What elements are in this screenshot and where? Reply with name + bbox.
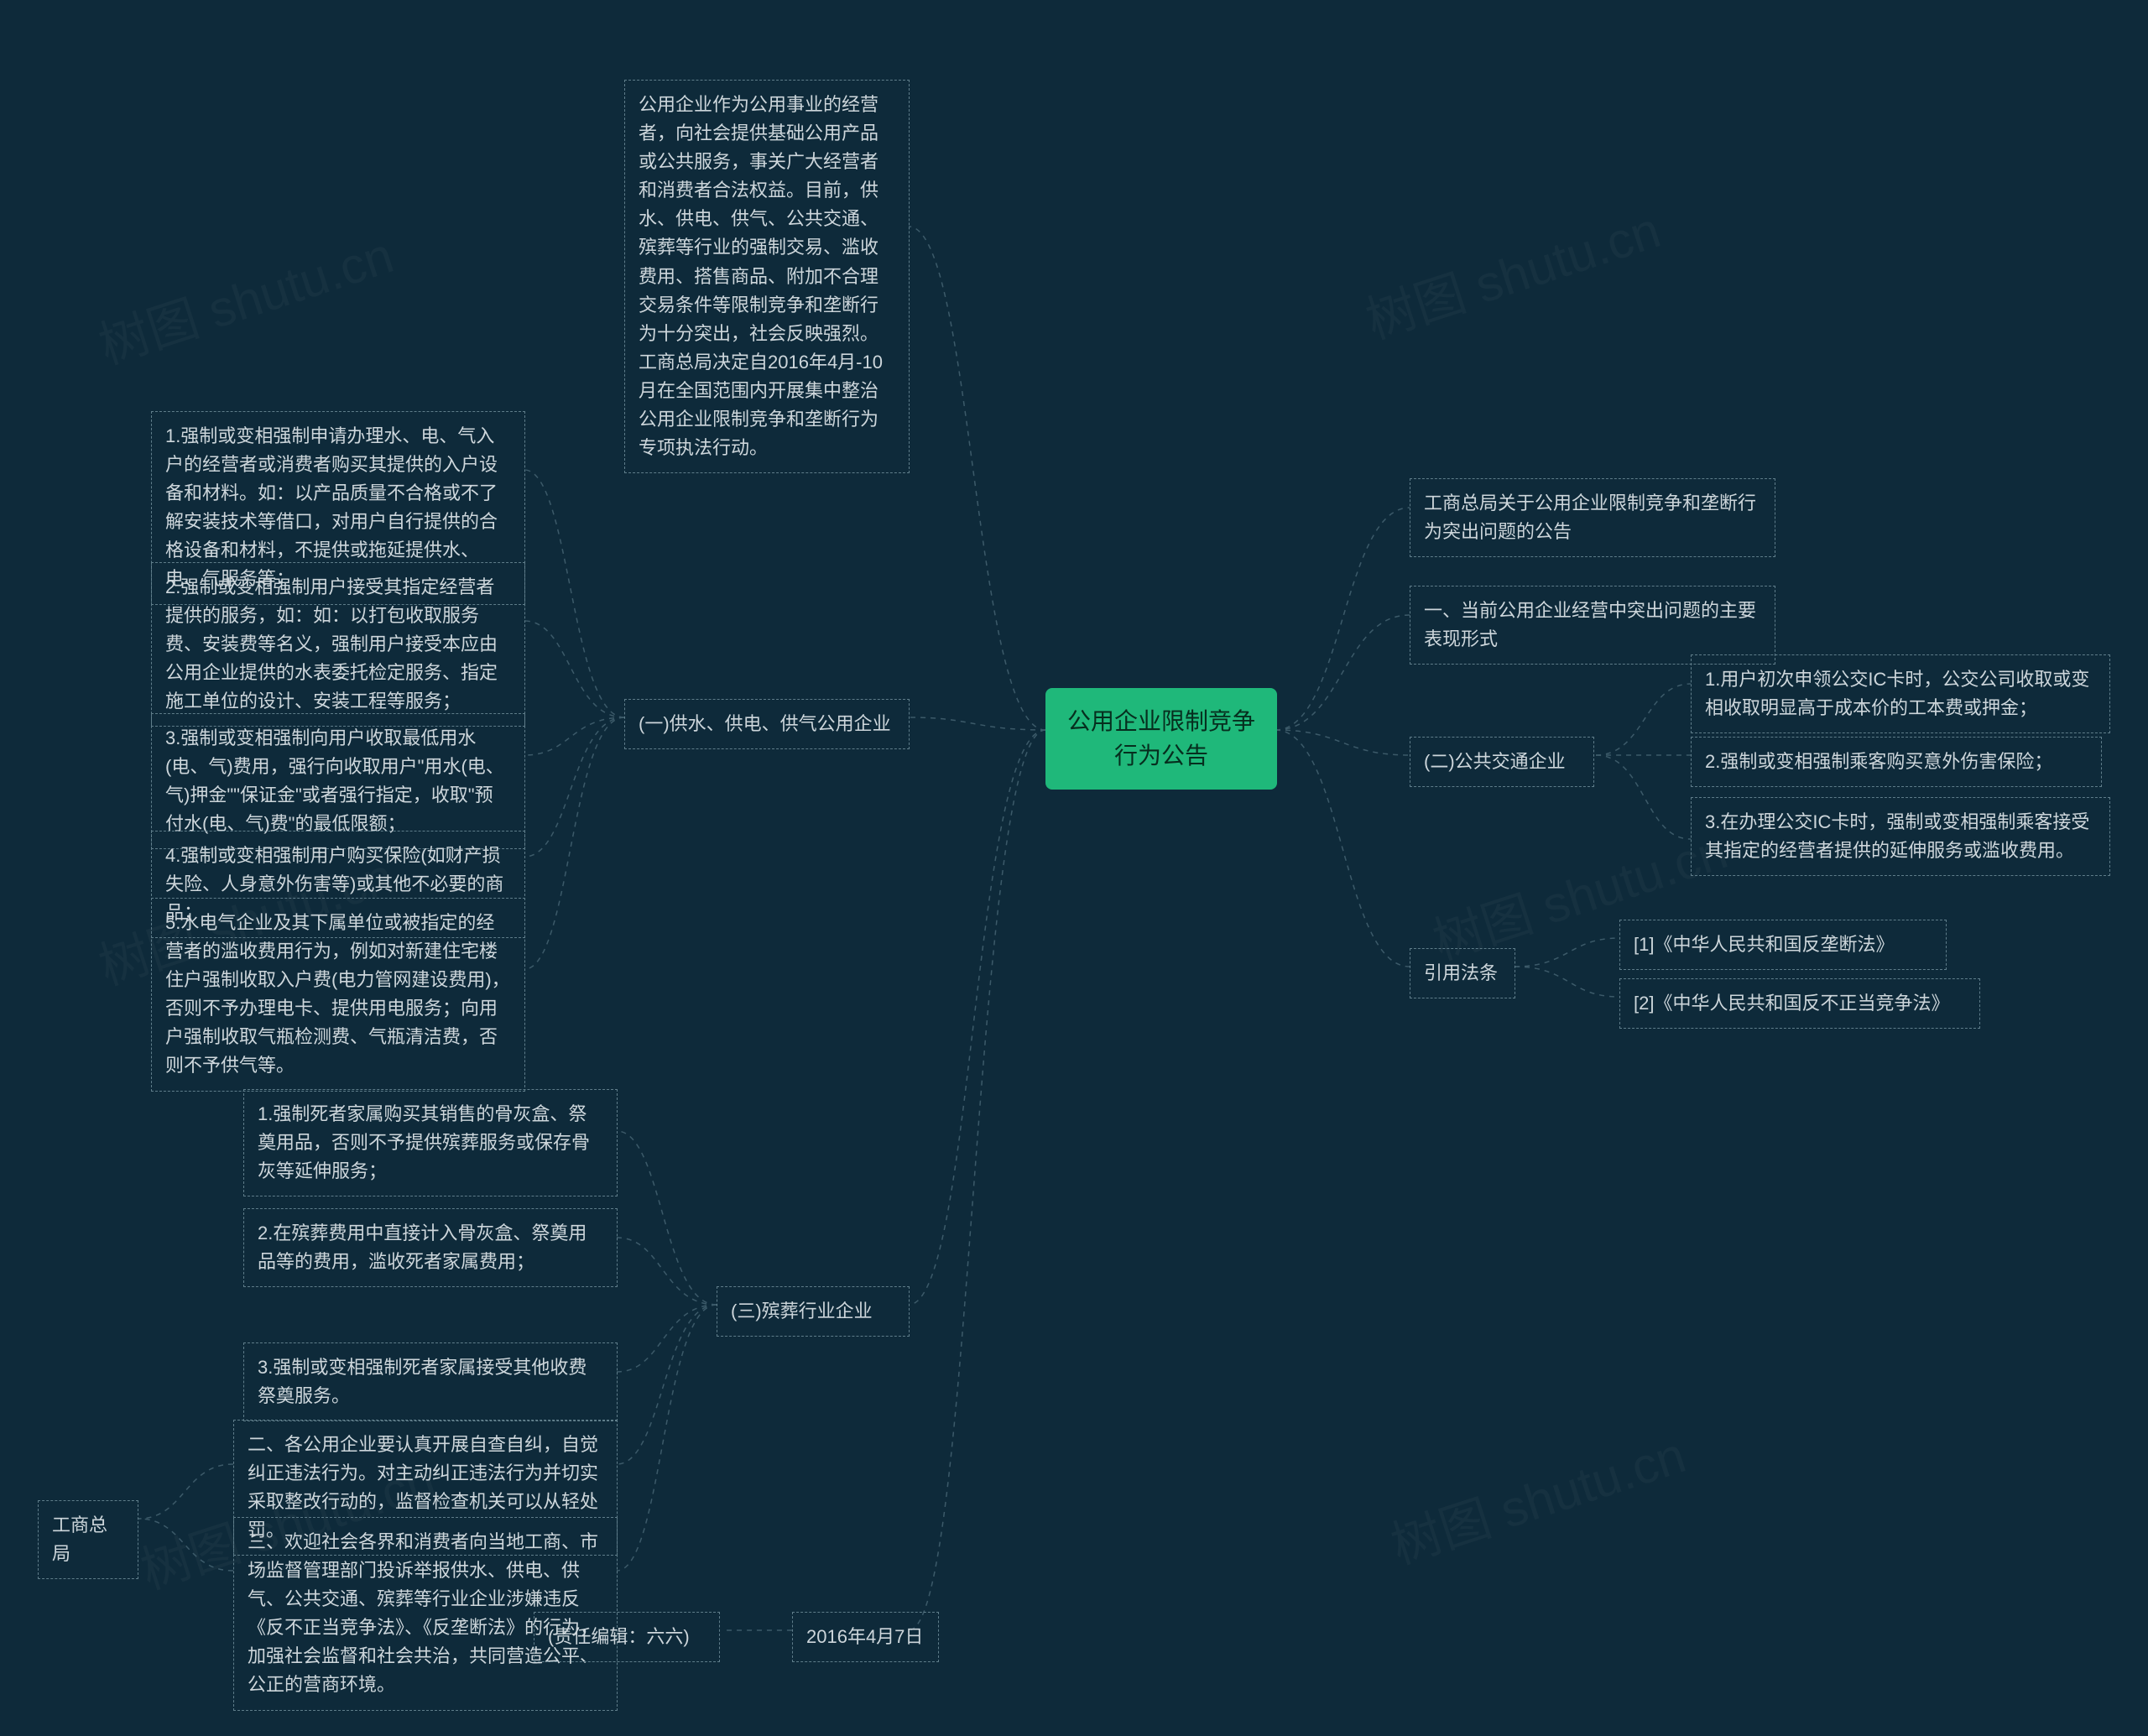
root-node: 公用企业限制竞争行为公告 — [1045, 688, 1277, 790]
node-l2c: 3.强制或变相强制死者家属接受其他收费祭奠服务。 — [243, 1342, 618, 1421]
node-r3c: 3.在办理公交IC卡时，强制或变相强制乘客接受其指定的经营者提供的延伸服务或滥收… — [1691, 797, 2110, 876]
node-r4a: [1]《中华人民共和国反垄断法》 — [1619, 920, 1947, 970]
node-l4: 工商总局 — [38, 1500, 138, 1579]
node-l1c: 3.强制或变相强制向用户收取最低用水(电、气)费用，强行向收取用户"用水(电、气… — [151, 713, 525, 849]
node-r3: (二)公共交通企业 — [1410, 737, 1594, 787]
node-r4b: [2]《中华人民共和国反不正当竞争法》 — [1619, 978, 1980, 1029]
node-l2b: 2.在殡葬费用中直接计入骨灰盒、祭奠用品等的费用，滥收死者家属费用； — [243, 1208, 618, 1287]
watermark: 树图 shutu.cn — [88, 215, 401, 378]
node-l5a: (责任编辑：六六) — [534, 1612, 720, 1662]
node-r3a: 1.用户初次申领公交IC卡时，公交公司收取或变相收取明显高于成本价的工本费或押金… — [1691, 654, 2110, 733]
node-l2: (三)殡葬行业企业 — [717, 1286, 910, 1337]
node-l2a: 1.强制死者家属购买其销售的骨灰盒、祭奠用品，否则不予提供殡葬服务或保存骨灰等延… — [243, 1089, 618, 1196]
node-intro: 公用企业作为公用事业的经营者，向社会提供基础公用产品或公共服务，事关广大经营者和… — [624, 80, 910, 473]
watermark: 树图 shutu.cn — [1380, 1415, 1693, 1578]
node-r4: 引用法条 — [1410, 948, 1515, 998]
node-l1b: 2.强制或变相强制用户接受其指定经营者提供的服务，如：如：以打包收取服务费、安装… — [151, 562, 525, 727]
node-l5: 2016年4月7日 — [792, 1612, 939, 1662]
watermark: 树图 shutu.cn — [1355, 190, 1668, 353]
node-l1e: 5.水电气企业及其下属单位或被指定的经营者的滥收费用行为，例如对新建住宅楼住户强… — [151, 898, 525, 1092]
node-r2: 一、当前公用企业经营中突出问题的主要表现形式 — [1410, 586, 1775, 665]
node-r3b: 2.强制或变相强制乘客购买意外伤害保险； — [1691, 737, 2102, 787]
node-r1: 工商总局关于公用企业限制竞争和垄断行为突出问题的公告 — [1410, 478, 1775, 557]
node-l1: (一)供水、供电、供气公用企业 — [624, 699, 910, 749]
